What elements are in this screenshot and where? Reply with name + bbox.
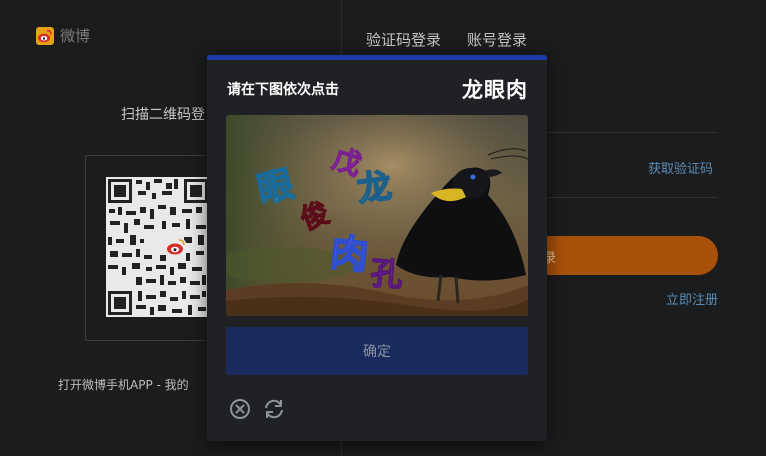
svg-text:龙: 龙 <box>355 166 394 210</box>
get-code-link[interactable]: 获取验证码 <box>648 158 713 177</box>
app-scan-hint: 打开微博手机APP - 我的 <box>58 378 189 392</box>
captcha-target-text: 龙眼肉 <box>462 78 528 102</box>
qr-weibo-logo-icon <box>165 236 187 258</box>
scan-qr-title: 扫描二维码登 <box>121 107 205 123</box>
captcha-confirm-label: 确定 <box>363 343 391 359</box>
captcha-char-rou: 肉 <box>327 229 371 278</box>
svg-text:孔: 孔 <box>369 254 404 294</box>
captcha-confirm-button[interactable]: 确定 <box>226 327 528 375</box>
captcha-instruction: 请在下图依次点击 <box>227 82 339 98</box>
captcha-image[interactable]: 眼 戊 龙 俊 肉 孔 <box>226 115 528 316</box>
captcha-photo: 眼 戊 龙 俊 肉 孔 <box>226 115 528 316</box>
tab-account-login[interactable]: 账号登录 <box>467 29 527 50</box>
close-circle-icon[interactable] <box>229 398 251 420</box>
phone-field-underline <box>547 132 718 133</box>
login-tabs: 验证码登录 账号登录 <box>366 29 527 50</box>
brand: 微博 <box>36 25 90 46</box>
login-button[interactable]: 录 <box>520 236 718 275</box>
weibo-logo-icon <box>36 26 54 45</box>
register-link[interactable]: 立即注册 <box>666 289 718 308</box>
brand-name: 微博 <box>60 27 91 45</box>
captcha-accent-bar <box>207 55 547 60</box>
tab-sms-login[interactable]: 验证码登录 <box>366 29 441 50</box>
qr-code-pattern <box>106 177 210 317</box>
qr-code <box>106 177 210 317</box>
captcha-modal: 请在下图依次点击 龙眼肉 眼 戊 龙 俊 肉 孔 确定 <box>207 55 547 441</box>
refresh-icon[interactable] <box>262 398 286 420</box>
captcha-char-kong: 孔 <box>369 253 405 294</box>
code-field-underline <box>547 197 718 198</box>
svg-text:肉: 肉 <box>328 230 370 278</box>
captcha-char-long: 龙 <box>354 165 395 211</box>
